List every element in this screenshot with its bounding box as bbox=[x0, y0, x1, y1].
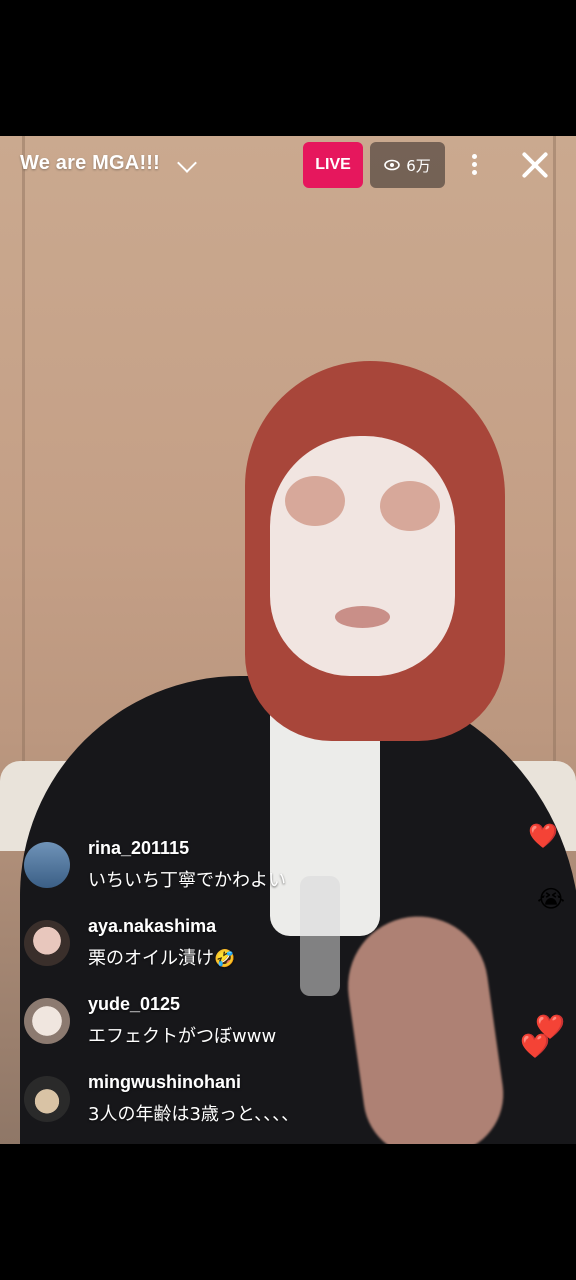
comment-username[interactable]: aya.nakashima bbox=[88, 916, 216, 937]
avatar[interactable] bbox=[24, 920, 70, 966]
crying-face-reaction-icon: 😭 bbox=[537, 885, 566, 913]
live-top-bar: We are MGA!!! LIVE 6万 bbox=[0, 136, 576, 196]
eye-icon bbox=[384, 159, 401, 171]
wall-seam bbox=[22, 136, 25, 776]
avatar[interactable] bbox=[24, 998, 70, 1044]
comment-username[interactable]: mingwushinohani bbox=[88, 1072, 241, 1093]
wall-seam bbox=[553, 136, 556, 776]
comment-text: 栗のオイル漬け🤣 bbox=[88, 948, 236, 969]
person-face bbox=[270, 436, 455, 676]
comment-username[interactable]: rina_201115 bbox=[88, 838, 189, 859]
heart-reaction-icon: ❤️ bbox=[520, 1032, 550, 1060]
comment-text: エフェクトがつぼwww bbox=[88, 1026, 277, 1047]
person-eye bbox=[285, 476, 345, 526]
avatar[interactable] bbox=[24, 842, 70, 888]
viewer-count: 6万 bbox=[406, 156, 431, 175]
more-options-icon[interactable] bbox=[468, 151, 480, 181]
comment-username[interactable]: yude_0125 bbox=[88, 994, 180, 1015]
comment-item: yude_0125 エフェクトがつぼwww bbox=[24, 992, 404, 1070]
chevron-down-icon[interactable] bbox=[177, 153, 197, 173]
comment-item: aya.nakashima 栗のオイル漬け🤣 bbox=[24, 914, 404, 992]
person-mouth bbox=[335, 606, 390, 628]
heart-reaction-icon: ❤️ bbox=[528, 822, 558, 850]
comments-list: rina_201115 いちいち丁寧でかわよい aya.nakashima 栗の… bbox=[24, 836, 404, 1148]
comment-text: いちいち丁寧でかわよい bbox=[88, 870, 286, 891]
comment-text: 3人の年齢は3歳っと、、、、 bbox=[88, 1104, 300, 1125]
comment-item: mingwushinohani 3人の年齢は3歳っと、、、、 bbox=[24, 1070, 404, 1148]
close-icon[interactable] bbox=[518, 148, 552, 182]
live-badge: LIVE bbox=[303, 142, 363, 188]
comment-item: rina_201115 いちいち丁寧でかわよい bbox=[24, 836, 404, 914]
person-eye bbox=[380, 481, 440, 531]
avatar[interactable] bbox=[24, 1076, 70, 1122]
viewer-count-badge[interactable]: 6万 bbox=[370, 142, 445, 188]
stream-title[interactable]: We are MGA!!! bbox=[20, 152, 160, 175]
